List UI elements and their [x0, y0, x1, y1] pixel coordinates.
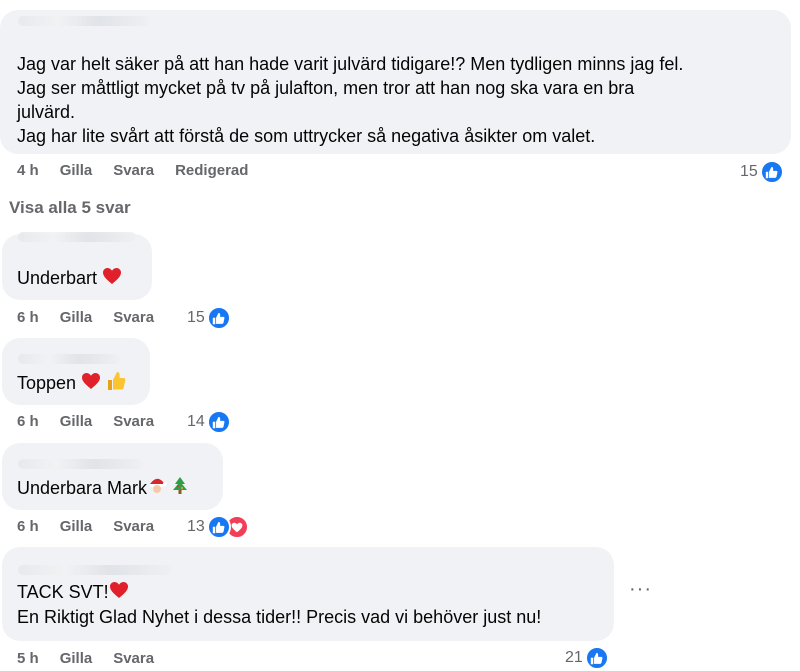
like-button[interactable]: Gilla	[60, 650, 93, 667]
reply-button[interactable]: Svara	[113, 650, 154, 667]
heart-emoji	[109, 581, 129, 605]
blurred-author-name[interactable]	[18, 354, 120, 364]
like-icon	[206, 515, 231, 539]
blurred-author-name[interactable]	[18, 232, 136, 242]
reply-button[interactable]: Svara	[113, 413, 154, 430]
like-icon	[206, 306, 231, 330]
reaction-summary[interactable]: 13	[187, 515, 249, 539]
reaction-count: 14	[187, 413, 205, 430]
timestamp[interactable]: 5 h	[17, 650, 39, 667]
timestamp[interactable]: 4 h	[17, 162, 39, 179]
reaction-summary[interactable]: 15	[187, 306, 231, 330]
more-options-icon[interactable]: ···	[629, 579, 652, 599]
comment-text: Jag var helt säker på att han hade varit…	[17, 52, 683, 148]
reply-bubble: Underbara Mark	[2, 443, 223, 510]
reply-actions: 5 h Gilla Svara	[17, 650, 175, 667]
reaction-summary[interactable]: 15	[740, 160, 784, 184]
reply-text-content: Underbara Mark	[17, 478, 148, 498]
reply-button[interactable]: Svara	[113, 162, 154, 179]
santa-emoji	[147, 476, 168, 502]
like-icon	[759, 160, 784, 184]
comment-line: Jag ser måttligt mycket på tv på julafto…	[17, 78, 635, 98]
reaction-count: 13	[187, 518, 205, 535]
blurred-author-name[interactable]	[18, 16, 150, 26]
christmas-tree-emoji	[172, 476, 188, 502]
comment-actions: 4 h Gilla Svara Redigerad	[17, 162, 269, 179]
reply-actions: 6 h Gilla Svara	[17, 413, 175, 430]
reaction-count: 15	[187, 309, 205, 326]
reply-actions: 6 h Gilla Svara	[17, 309, 175, 326]
like-icon	[584, 646, 609, 670]
like-button[interactable]: Gilla	[60, 518, 93, 535]
edited-label[interactable]: Redigerad	[175, 162, 248, 179]
reply-text: TACK SVT! En Riktigt Glad Nyhet i dessa …	[17, 580, 541, 629]
reply-text-content: Underbart	[17, 268, 98, 288]
blurred-author-name[interactable]	[18, 565, 172, 575]
heart-emoji	[81, 372, 101, 396]
reply-text-content: TACK SVT!	[17, 582, 109, 602]
reply-text: Underbara Mark	[17, 476, 188, 502]
reaction-summary[interactable]: 21	[565, 646, 609, 670]
like-button[interactable]: Gilla	[60, 162, 93, 179]
reply-bubble: Toppen	[2, 338, 150, 405]
thumbs-up-emoji	[106, 371, 126, 397]
comment-line: Jag var helt säker på att han hade varit…	[17, 54, 684, 74]
like-icon	[206, 410, 231, 434]
reply-line: TACK SVT!	[17, 580, 541, 605]
timestamp[interactable]: 6 h	[17, 518, 39, 535]
reply-text: Underbart	[17, 266, 122, 291]
reaction-count: 21	[565, 649, 583, 666]
comment-line: julvärd.	[17, 102, 76, 122]
comment-bubble: Jag var helt säker på att han hade varit…	[0, 10, 791, 154]
reaction-count: 15	[740, 163, 758, 180]
reply-bubble: TACK SVT! En Riktigt Glad Nyhet i dessa …	[2, 547, 614, 641]
reply-bubble: Underbart	[2, 232, 152, 300]
reply-button[interactable]: Svara	[113, 518, 154, 535]
like-button[interactable]: Gilla	[60, 309, 93, 326]
comment-line: Jag har lite svårt att förstå de som utt…	[17, 126, 596, 146]
reply-text-content: Toppen	[17, 373, 77, 393]
timestamp[interactable]: 6 h	[17, 309, 39, 326]
reply-line: En Riktigt Glad Nyhet i dessa tider!! Pr…	[17, 607, 542, 628]
heart-emoji	[102, 267, 122, 291]
timestamp[interactable]: 6 h	[17, 413, 39, 430]
reply-text: Toppen	[17, 371, 126, 397]
reaction-summary[interactable]: 14	[187, 410, 231, 434]
reply-button[interactable]: Svara	[113, 309, 154, 326]
blurred-author-name[interactable]	[18, 459, 144, 469]
view-all-replies-link[interactable]: Visa alla 5 svar	[9, 198, 131, 218]
like-button[interactable]: Gilla	[60, 413, 93, 430]
reply-actions: 6 h Gilla Svara	[17, 518, 175, 535]
